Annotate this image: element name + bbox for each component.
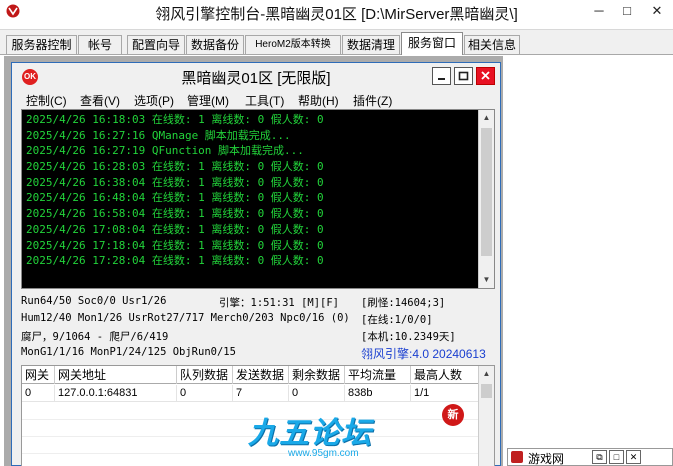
mini-maximize-button[interactable]: □ (609, 450, 624, 464)
log-line: 2025/4/26 16:58:04 在线数: 1 离线数: 0 假人数: 0 (26, 207, 324, 221)
log-line: 2025/4/26 16:18:03 在线数: 1 离线数: 0 假人数: 0 (26, 113, 324, 126)
maximize-icon (458, 71, 469, 81)
gateway-table-header: 网关 网关地址 队列数据 发送数据 剩余数据 平均流量 最高人数 (22, 366, 480, 384)
tab-service-window[interactable]: 服务窗口 (401, 32, 463, 55)
col-sent-data[interactable]: 发送数据 (233, 366, 289, 384)
cell-sent-data: 7 (233, 385, 289, 402)
tab-data-backup[interactable]: 数据备份 (186, 35, 244, 54)
log-line: 2025/4/26 16:27:19 QFunction 脚本加载完成... (26, 144, 304, 158)
cell-gateway-address: 127.0.0.1:64831 (55, 385, 177, 402)
log-line: 2025/4/26 17:18:04 在线数: 1 离线数: 0 假人数: 0 (26, 238, 324, 252)
log-line: 2025/4/26 16:48:04 在线数: 1 离线数: 0 假人数: 0 (26, 191, 324, 205)
log-scrollbar[interactable]: ▲ ▼ (478, 110, 494, 288)
table-scrollbar[interactable]: ▲ (478, 366, 494, 466)
menu-tools[interactable]: 工具(T) (245, 92, 284, 109)
scroll-up-arrow-icon[interactable]: ▲ (479, 110, 494, 126)
minimize-button[interactable]: ─ (585, 0, 613, 22)
status-engine-uptime: 引擎：1:51:31 [M][F] (219, 297, 340, 309)
menu-control[interactable]: 控制(C) (26, 92, 67, 109)
log-line: 2025/4/26 16:28:03 在线数: 1 离线数: 0 假人数: 0 (26, 160, 324, 174)
watermark-badge: 新 (442, 404, 464, 426)
menu-bar: 控制(C) 查看(V) 选项(P) 管理(M) 工具(T) 帮助(H) 插件(Z… (12, 90, 500, 110)
status-uptime: [本机:10.2349天] (361, 331, 456, 343)
menu-plugins[interactable]: 插件(Z) (353, 92, 392, 109)
log-lines: 2025/4/26 16:18:03 在线数: 1 离线数: 0 假人数: 0 … (26, 112, 478, 269)
watermark-url: www.95gm.com (288, 448, 359, 459)
forum-watermark: 九五论坛 新 www.95gm.com (240, 404, 480, 466)
scrollbar-thumb[interactable] (481, 384, 492, 398)
log-line: 2025/4/26 16:27:16 QManage 脚本加载完成... (26, 128, 291, 142)
tab-config-wizard[interactable]: 配置向导 (127, 35, 185, 54)
server-window-close-button[interactable] (476, 67, 495, 85)
col-queue-data[interactable]: 队列数据 (177, 366, 233, 384)
tab-account[interactable]: 帐号 (78, 35, 122, 54)
col-max-players[interactable]: 最高人数 (411, 366, 480, 384)
col-remaining-data[interactable]: 剩余数据 (289, 366, 345, 384)
status-panel: Run64/50 Soc0/0 Usr1/26 引擎：1:51:31 [M][F… (21, 292, 495, 364)
tab-related-info[interactable]: 相关信息 (464, 35, 520, 54)
log-line: 2025/4/26 16:38:04 在线数: 1 离线数: 0 假人数: 0 (26, 175, 324, 189)
cell-remaining-data: 0 (289, 385, 345, 402)
watermark-logo-text: 九五论坛 (248, 417, 372, 450)
status-hum: Hum12/40 Mon1/26 UsrRot27/717 Merch0/203… (21, 312, 350, 324)
close-icon (481, 71, 490, 80)
engine-version: 翎风引擎:4.0 20240613 (361, 347, 486, 361)
tab-server-control[interactable]: 服务器控制 (6, 35, 77, 54)
table-row[interactable]: 0 127.0.0.1:64831 0 7 0 838b 1/1 (22, 385, 480, 402)
server-window-titlebar: OK 黑暗幽灵01区 [无限版] (12, 63, 500, 89)
close-button[interactable]: ✕ (641, 0, 673, 22)
server-window-title: 黑暗幽灵01区 [无限版] (181, 70, 331, 87)
scroll-up-arrow-icon[interactable]: ▲ (479, 366, 494, 382)
tab-bar: 服务器控制 帐号 配置向导 数据备份 HeroM2版本转换 数据清理 服务窗口 … (0, 31, 673, 55)
menu-help[interactable]: 帮助(H) (298, 92, 339, 109)
status-refresh: [刷怪:14604;3] (361, 297, 446, 309)
status-run: Run64/50 Soc0/0 Usr1/26 (21, 295, 167, 307)
minimized-window[interactable]: 游戏网 ⧉ □ ✕ (507, 448, 673, 466)
col-avg-traffic[interactable]: 平均流量 (345, 366, 411, 384)
col-gateway[interactable]: 网关 (22, 366, 55, 384)
minimize-icon (438, 78, 445, 80)
log-line: 2025/4/26 17:28:04 在线数: 1 离线数: 0 假人数: 0 (26, 254, 324, 268)
title-bar: 翎风引擎控制台-黑暗幽灵01区 [D:\MirServer黑暗幽灵\] ─ □ … (0, 0, 673, 30)
minimized-window-title: 游戏网 (528, 452, 565, 466)
tab-data-cleanup[interactable]: 数据清理 (342, 35, 400, 54)
menu-manage[interactable]: 管理(M) (187, 92, 229, 109)
log-line: 2025/4/26 17:08:04 在线数: 1 离线数: 0 假人数: 0 (26, 222, 324, 236)
menu-view[interactable]: 查看(V) (80, 92, 120, 109)
game-net-icon (511, 451, 523, 463)
scroll-down-arrow-icon[interactable]: ▼ (479, 272, 494, 288)
maximize-button[interactable]: □ (613, 0, 641, 22)
mini-close-button[interactable]: ✕ (626, 450, 641, 464)
menu-options[interactable]: 选项(P) (134, 92, 174, 109)
server-window-minimize-button[interactable] (432, 67, 451, 85)
status-mongen: MonG1/1/16 MonP1/24/125 ObjRun0/15 (21, 346, 236, 358)
cell-avg-traffic: 838b (345, 385, 411, 402)
scrollbar-thumb[interactable] (481, 128, 492, 256)
restore-button[interactable]: ⧉ (592, 450, 607, 464)
col-gateway-address[interactable]: 网关地址 (55, 366, 177, 384)
tab-herom2-convert[interactable]: HeroM2版本转换 (245, 35, 341, 54)
status-online: [在线:1/0/0] (361, 314, 433, 326)
log-console[interactable]: 2025/4/26 16:18:03 在线数: 1 离线数: 0 假人数: 0 … (21, 109, 495, 289)
server-window-maximize-button[interactable] (454, 67, 473, 85)
cell-queue-data: 0 (177, 385, 233, 402)
status-decay: 腐尸，9/1064 - 爬尸/6/419 (21, 331, 169, 343)
cell-max-players: 1/1 (411, 385, 480, 402)
cell-gateway: 0 (22, 385, 55, 402)
window-title: 翎风引擎控制台-黑暗幽灵01区 [D:\MirServer黑暗幽灵\] (155, 6, 518, 23)
